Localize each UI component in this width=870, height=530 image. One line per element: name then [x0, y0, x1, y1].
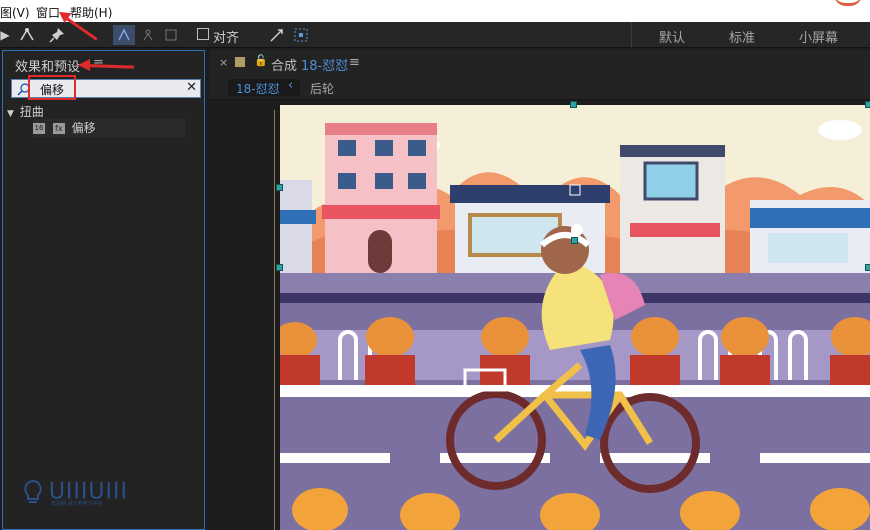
comp-tab-row: × 🔓 合成 18-怼怼 ≡ [210, 50, 870, 76]
lock-icon[interactable]: 🔓 [254, 54, 268, 67]
panel-title: 效果和预设 [15, 60, 81, 75]
app-logo-icon [834, 0, 862, 6]
puppet-icon[interactable] [113, 25, 135, 45]
tree-effect-label: 偏移 [71, 121, 96, 135]
align-checkbox[interactable] [197, 28, 209, 40]
watermark-logo: UIIIUIII 优设网 设计师学习平台 [21, 479, 128, 507]
layer-handle-left[interactable] [276, 184, 283, 191]
layer-anchor-point[interactable] [571, 237, 578, 244]
menu-window[interactable]: 窗口 [36, 4, 60, 21]
bit-depth-icon: 16 [33, 123, 45, 134]
pin-icon[interactable] [46, 25, 68, 45]
crumb-next[interactable]: 后轮 [310, 80, 334, 97]
tree-category-label: 扭曲 [19, 105, 44, 119]
comp-menu-icon[interactable]: ≡ [349, 55, 360, 70]
crumb-active[interactable]: 18-怼怼 [236, 80, 280, 97]
tree-effect-row[interactable]: 16 fx 偏移 [33, 119, 185, 137]
layer-handle-right[interactable] [865, 264, 870, 271]
align-label: 对齐 [213, 31, 240, 46]
menu-help[interactable]: 帮助(H) [70, 4, 112, 21]
effects-presets-panel: 效果和预设 ≡ 偏移 ✕ ▼ 扭曲 16 fx 偏移 UIIIUIII 优设网 … [2, 50, 205, 530]
composition-panel: × 🔓 合成 18-怼怼 ≡ 18-怼怼 ‹ 后轮 [210, 50, 870, 530]
tab-close-icon[interactable]: × [219, 56, 228, 69]
chevron-left-icon: ‹ [288, 78, 294, 93]
close-icon[interactable]: ✕ [186, 80, 197, 95]
snap-grid-icon[interactable] [290, 25, 312, 45]
lightbulb-icon [24, 479, 42, 503]
layer-handle-top-right[interactable] [865, 101, 870, 108]
comp-prefix: 合成 [271, 59, 298, 74]
layer-handle-bottom-left[interactable] [276, 264, 283, 271]
comp-breadcrumb: 18-怼怼 ‹ 后轮 [210, 76, 870, 100]
composition-icon [235, 57, 245, 67]
menu-view[interactable]: 图(V) [0, 4, 30, 21]
annotation-highlight-box [28, 75, 76, 100]
layer-handle-top[interactable] [570, 101, 577, 108]
bezier-pen-icon[interactable] [16, 25, 38, 45]
tool-bar: ▶ 对齐 默认 标准 小屏幕 [0, 22, 870, 48]
puppet-bend-icon[interactable] [160, 25, 182, 45]
comp-viewer-canvas[interactable] [280, 105, 870, 530]
street-illustration [280, 105, 870, 530]
snap-icon[interactable] [266, 25, 288, 45]
pointer-icon[interactable]: ▶ [0, 25, 16, 45]
puppet-starch-icon[interactable] [137, 25, 159, 45]
menu-bar: 图(V) 窗口 帮助(H) [0, 0, 870, 22]
workspace-standard[interactable]: 标准 [729, 27, 755, 46]
disclosure-triangle-icon[interactable]: ▼ [7, 109, 14, 119]
workspace-default[interactable]: 默认 [659, 27, 685, 46]
workspace-small-screen[interactable]: 小屏幕 [799, 27, 838, 46]
effect-icon: fx [52, 123, 65, 134]
comp-name[interactable]: 18-怼怼 [301, 55, 348, 74]
annotation-arrowhead-panel [78, 59, 90, 71]
